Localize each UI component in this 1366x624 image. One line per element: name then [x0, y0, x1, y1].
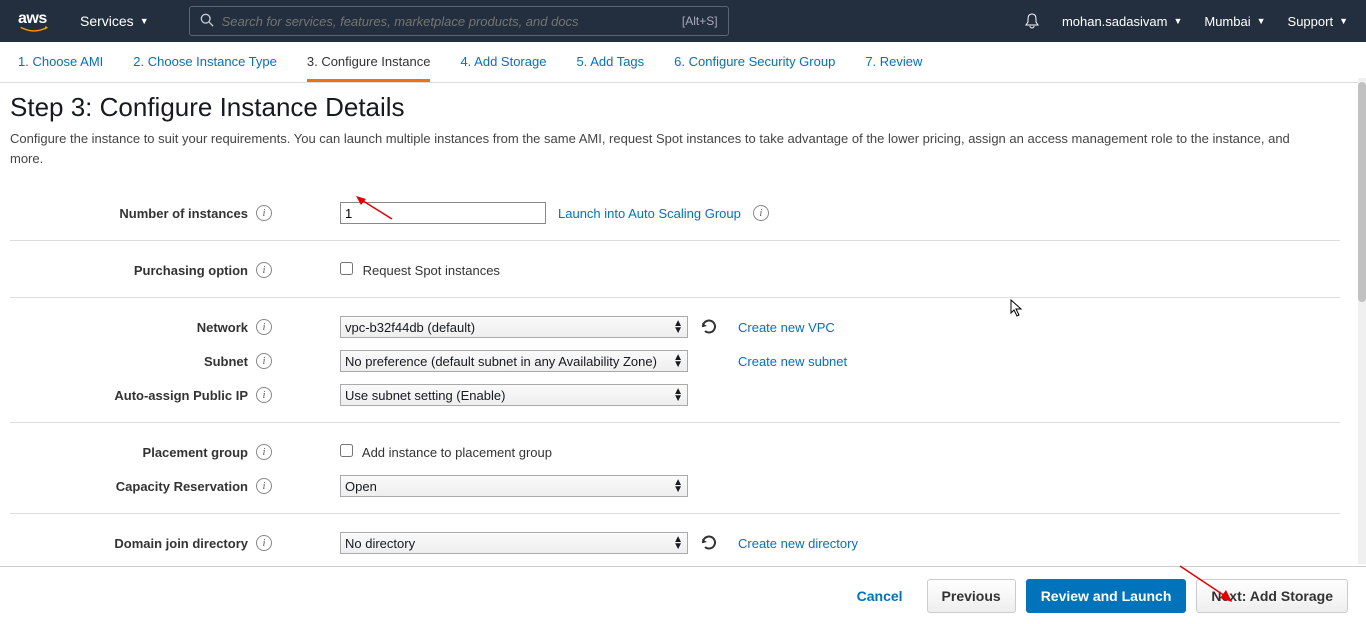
placement-checkbox[interactable] [340, 444, 353, 457]
top-nav-right: mohan.sadasivam ▼ Mumbai ▼ Support ▼ [1024, 13, 1348, 29]
network-value: vpc-b32f44db (default) [345, 320, 683, 335]
info-icon[interactable]: i [256, 444, 272, 460]
subnet-value: No preference (default subnet in any Ava… [345, 354, 683, 369]
label-domain: Domain join directory [114, 536, 248, 551]
refresh-icon[interactable] [700, 534, 718, 552]
spot-label-text: Request Spot instances [363, 263, 500, 278]
page-description: Configure the instance to suit your requ… [10, 129, 1310, 168]
info-icon[interactable]: i [256, 205, 272, 221]
section-network: Network i vpc-b32f44db (default) ▲▼ Crea… [10, 297, 1340, 422]
info-icon[interactable]: i [753, 205, 769, 221]
updown-icon: ▲▼ [673, 479, 683, 493]
label-placement: Placement group [143, 445, 248, 460]
caret-down-icon: ▼ [1339, 16, 1348, 26]
updown-icon: ▲▼ [673, 320, 683, 334]
previous-button[interactable]: Previous [927, 579, 1016, 613]
support-label: Support [1288, 14, 1334, 29]
section-instances: Number of instances i Launch into Auto S… [10, 184, 1340, 240]
label-capacity: Capacity Reservation [116, 479, 248, 494]
caret-down-icon: ▼ [1257, 16, 1266, 26]
refresh-icon[interactable] [700, 318, 718, 336]
label-num-instances: Number of instances [119, 206, 248, 221]
info-icon[interactable]: i [256, 387, 272, 403]
page-title: Step 3: Configure Instance Details [10, 92, 1340, 123]
placement-label-text: Add instance to placement group [362, 445, 552, 460]
next-add-storage-button[interactable]: Next: Add Storage [1196, 579, 1348, 613]
auto-ip-select[interactable]: Use subnet setting (Enable) ▲▼ [340, 384, 688, 406]
aws-logo[interactable]: aws [18, 10, 50, 33]
wizard-steps: 1. Choose AMI 2. Choose Instance Type 3.… [0, 42, 1366, 83]
info-icon[interactable]: i [256, 535, 272, 551]
cancel-button[interactable]: Cancel [843, 580, 917, 612]
account-menu[interactable]: mohan.sadasivam ▼ [1062, 14, 1182, 29]
link-launch-asg[interactable]: Launch into Auto Scaling Group [558, 206, 741, 221]
search-icon [200, 13, 214, 30]
updown-icon: ▲▼ [673, 388, 683, 402]
content: Step 3: Configure Instance Details Confi… [0, 78, 1358, 564]
placement-checkbox-label[interactable]: Add instance to placement group [340, 444, 552, 460]
link-create-subnet[interactable]: Create new subnet [738, 354, 847, 369]
scrollbar[interactable] [1358, 78, 1366, 564]
updown-icon: ▲▼ [673, 536, 683, 550]
services-menu[interactable]: Services ▼ [80, 13, 149, 29]
top-nav: aws Services ▼ [Alt+S] mohan.sadasivam ▼… [0, 0, 1366, 42]
label-subnet: Subnet [204, 354, 248, 369]
global-search[interactable]: [Alt+S] [189, 6, 729, 36]
info-icon[interactable]: i [256, 478, 272, 494]
section-domain-iam: Domain join directory i No directory ▲▼ … [10, 513, 1340, 564]
notifications[interactable] [1024, 13, 1040, 29]
link-create-directory[interactable]: Create new directory [738, 536, 858, 551]
capacity-select[interactable]: Open ▲▼ [340, 475, 688, 497]
spot-checkbox-label[interactable]: Request Spot instances [340, 262, 500, 278]
capacity-value: Open [345, 479, 683, 494]
region-label: Mumbai [1204, 14, 1250, 29]
scrollbar-thumb[interactable] [1358, 82, 1366, 302]
info-icon[interactable]: i [256, 319, 272, 335]
subnet-select[interactable]: No preference (default subnet in any Ava… [340, 350, 688, 372]
review-launch-button[interactable]: Review and Launch [1026, 579, 1187, 613]
region-menu[interactable]: Mumbai ▼ [1204, 14, 1265, 29]
caret-down-icon: ▼ [1173, 16, 1182, 26]
search-input[interactable] [222, 14, 682, 29]
label-network: Network [197, 320, 248, 335]
link-create-vpc[interactable]: Create new VPC [738, 320, 835, 335]
footer: Cancel Previous Review and Launch Next: … [0, 566, 1366, 624]
spot-checkbox[interactable] [340, 262, 353, 275]
label-auto-ip: Auto-assign Public IP [114, 388, 248, 403]
network-select[interactable]: vpc-b32f44db (default) ▲▼ [340, 316, 688, 338]
label-purchasing: Purchasing option [134, 263, 248, 278]
user-label: mohan.sadasivam [1062, 14, 1168, 29]
aws-logo-text: aws [18, 10, 47, 27]
updown-icon: ▲▼ [673, 354, 683, 368]
caret-down-icon: ▼ [140, 16, 149, 26]
bell-icon [1024, 13, 1040, 29]
search-shortcut: [Alt+S] [682, 14, 718, 28]
section-placement: Placement group i Add instance to placem… [10, 422, 1340, 513]
support-menu[interactable]: Support ▼ [1288, 14, 1348, 29]
info-icon[interactable]: i [256, 262, 272, 278]
domain-select[interactable]: No directory ▲▼ [340, 532, 688, 554]
domain-value: No directory [345, 536, 683, 551]
services-label: Services [80, 13, 134, 29]
section-purchasing: Purchasing option i Request Spot instanc… [10, 240, 1340, 297]
info-icon[interactable]: i [256, 353, 272, 369]
num-instances-input[interactable] [340, 202, 546, 224]
auto-ip-value: Use subnet setting (Enable) [345, 388, 683, 403]
